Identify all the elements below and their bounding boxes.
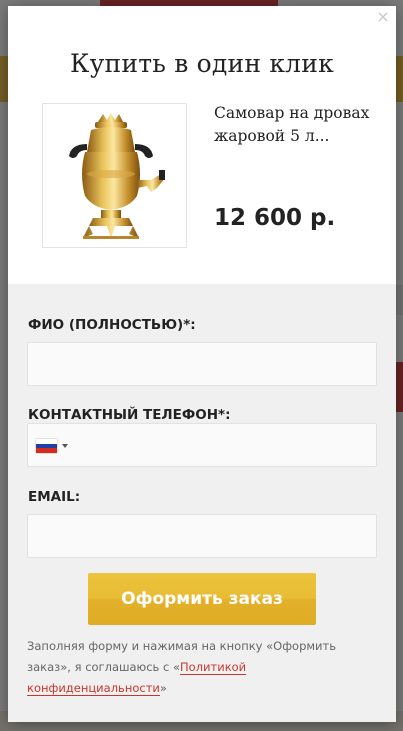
close-icon[interactable]: × bbox=[376, 9, 390, 25]
consent-text: Заполняя форму и нажимая на кнопку «Офор… bbox=[27, 636, 377, 699]
name-field-label: ФИО (ПОЛНОСТЬЮ)*: bbox=[28, 317, 196, 333]
chevron-down-icon[interactable] bbox=[62, 444, 68, 448]
email-field-label: EMAIL: bbox=[28, 489, 81, 505]
samovar-image bbox=[42, 103, 187, 248]
submit-order-button[interactable]: Оформить заказ bbox=[88, 573, 316, 625]
phone-field-label: КОНТАКТНЫЙ ТЕЛЕФОН*: bbox=[28, 407, 231, 423]
modal-title: Купить в один клик bbox=[70, 49, 334, 78]
order-form: ФИО (ПОЛНОСТЬЮ)*: КОНТАКТНЫЙ ТЕЛЕФОН*: E… bbox=[8, 284, 396, 722]
product-price: 12 600 р. bbox=[214, 205, 336, 231]
one-click-buy-modal: × Купить в один клик Самовар на дровах ж… bbox=[8, 6, 396, 722]
phone-field[interactable] bbox=[27, 423, 377, 467]
name-field[interactable] bbox=[27, 342, 377, 386]
product-name: Самовар на дровах жаровой 5 л... bbox=[214, 104, 370, 145]
russia-flag-icon[interactable] bbox=[36, 439, 57, 453]
email-field[interactable] bbox=[27, 514, 377, 558]
consent-text-after: » bbox=[159, 681, 167, 695]
